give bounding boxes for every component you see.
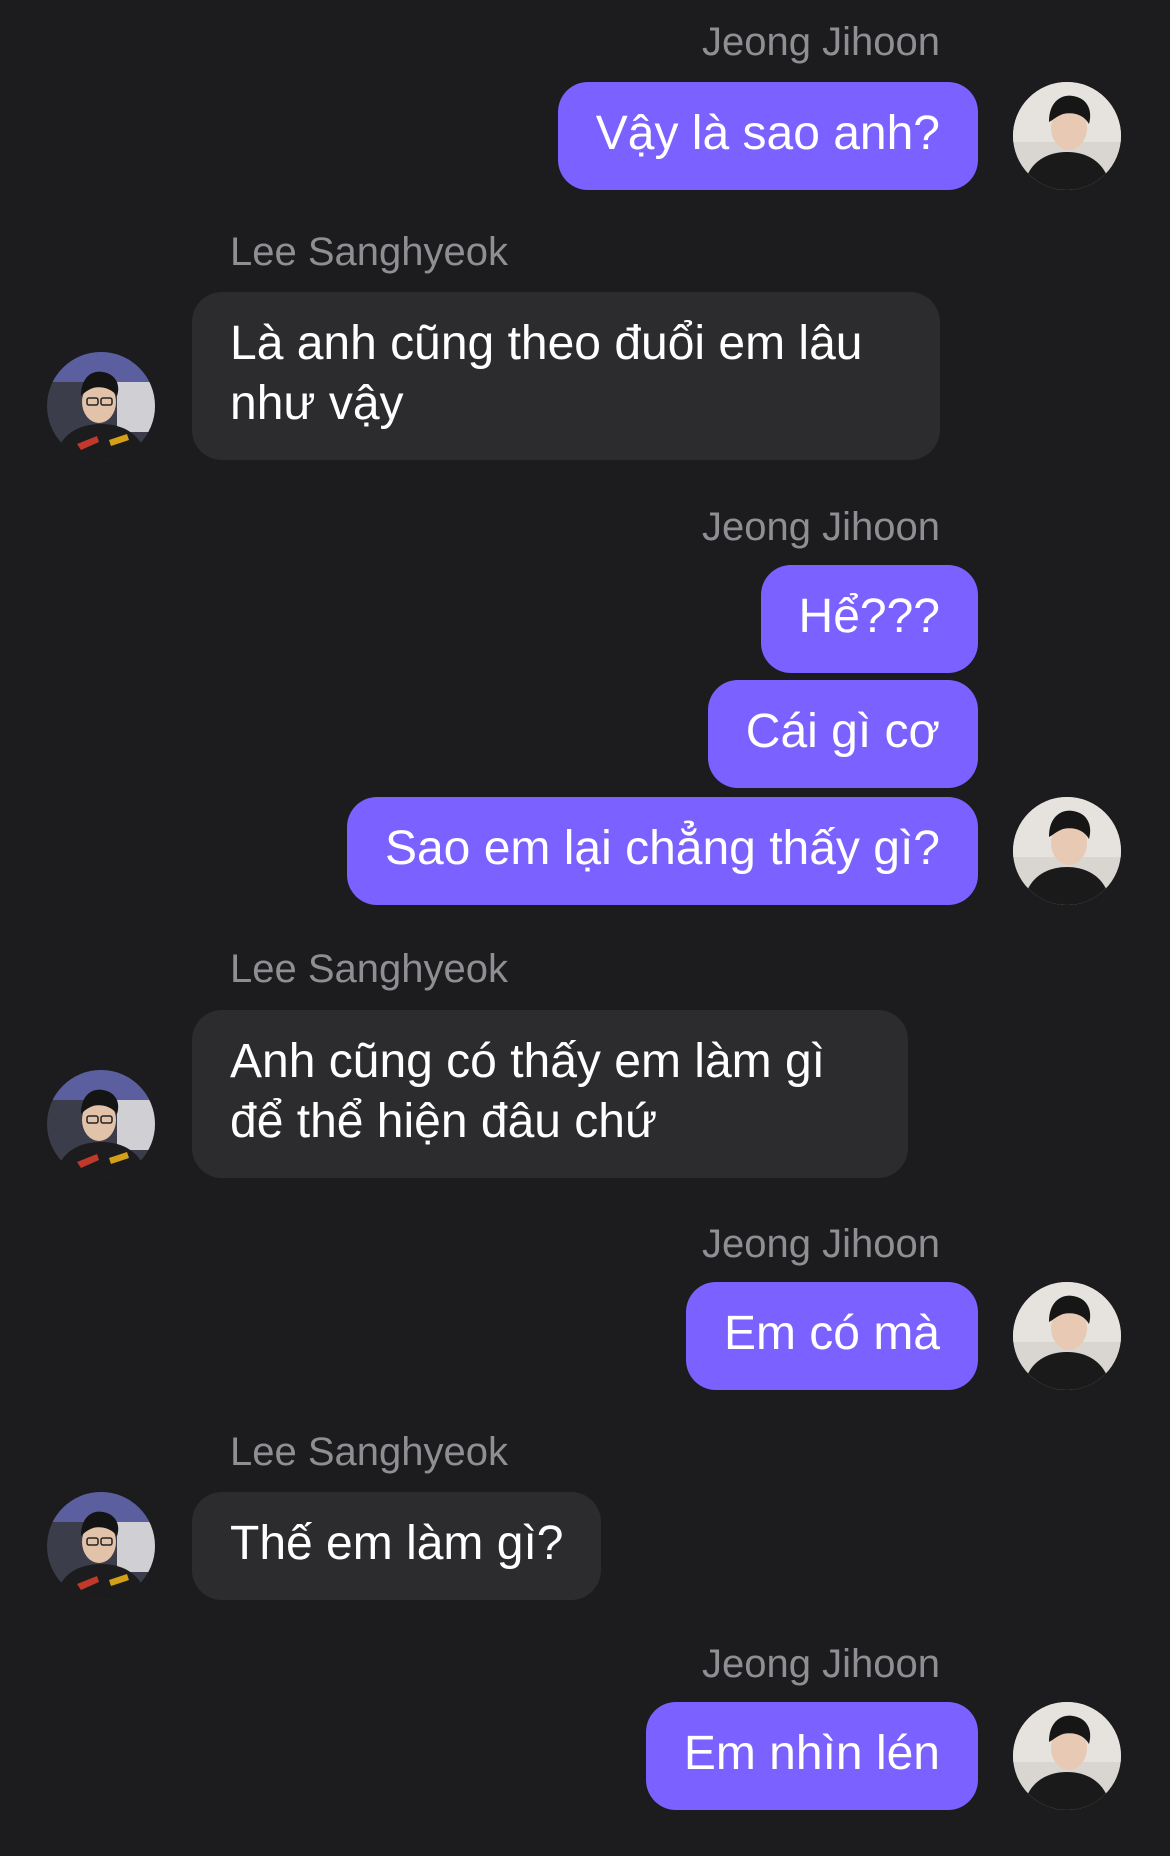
- person-photo-icon: [47, 1492, 155, 1600]
- avatar-lee-sanghyeok[interactable]: [47, 352, 155, 460]
- message-bubble-outgoing[interactable]: Sao em lại chẳng thấy gì?: [346, 797, 978, 905]
- message-bubble-outgoing[interactable]: Em nhìn lén: [645, 1702, 978, 1810]
- sender-name: Jeong Jihoon: [702, 1222, 940, 1266]
- avatar-jeong-jihoon[interactable]: [1013, 797, 1121, 905]
- sender-name: Jeong Jihoon: [702, 20, 940, 64]
- message-bubble-incoming[interactable]: Là anh cũng theo đuổi em lâu như vậy: [192, 292, 940, 460]
- person-photo-icon: [47, 1070, 155, 1178]
- person-photo-icon: [1013, 1702, 1121, 1810]
- sender-name: Lee Sanghyeok: [230, 947, 509, 991]
- person-photo-icon: [1013, 797, 1121, 905]
- person-photo-icon: [1013, 82, 1121, 190]
- avatar-jeong-jihoon[interactable]: [1013, 1702, 1121, 1810]
- message-bubble-outgoing[interactable]: Em có mà: [685, 1282, 978, 1390]
- sender-name: Jeong Jihoon: [702, 1642, 940, 1686]
- person-photo-icon: [1013, 1282, 1121, 1390]
- sender-name: Lee Sanghyeok: [230, 230, 509, 274]
- avatar-jeong-jihoon[interactable]: [1013, 1282, 1121, 1390]
- sender-name: Jeong Jihoon: [702, 505, 940, 549]
- avatar-lee-sanghyeok[interactable]: [47, 1070, 155, 1178]
- message-bubble-outgoing[interactable]: Cái gì cơ: [707, 680, 978, 788]
- sender-name: Lee Sanghyeok: [230, 1430, 509, 1474]
- avatar-jeong-jihoon[interactable]: [1013, 82, 1121, 190]
- message-bubble-outgoing[interactable]: Hể???: [760, 565, 978, 673]
- message-bubble-outgoing[interactable]: Vậy là sao anh?: [557, 82, 978, 190]
- message-bubble-incoming[interactable]: Anh cũng có thấy em làm gì để thể hiện đ…: [192, 1010, 908, 1178]
- avatar-lee-sanghyeok[interactable]: [47, 1492, 155, 1600]
- chat-thread: Jeong Jihoon Vậy là sao anh? Lee Sanghye…: [0, 0, 1170, 1856]
- message-bubble-incoming[interactable]: Thế em làm gì?: [192, 1492, 602, 1600]
- person-photo-icon: [47, 352, 155, 460]
